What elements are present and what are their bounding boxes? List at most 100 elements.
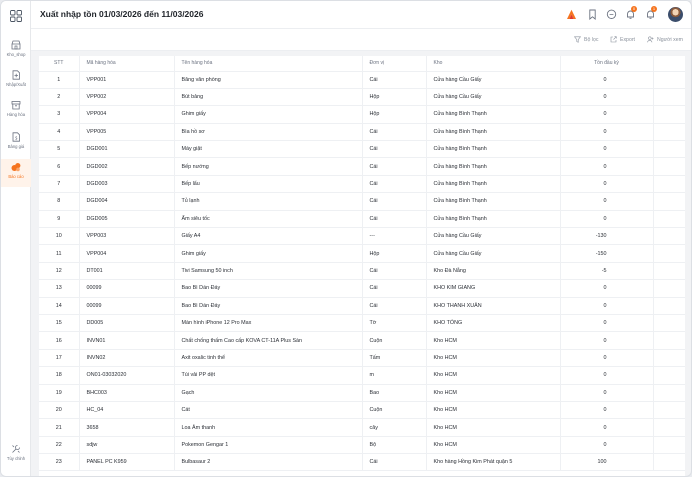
cell-opening: 0 [560, 331, 654, 350]
cell-code: VPP005 [79, 123, 175, 142]
table-row[interactable]: 6 DGD002 Bếp nướng Cái Cửa hàng Bình Thạnh 0 [39, 157, 685, 176]
cell-unit: Cái [362, 71, 427, 89]
table-row[interactable]: 22 sdjw Pokemon Gengar 1 Bộ Kho HCM 0 [39, 436, 685, 455]
cell-store: Kho HCM [426, 366, 561, 385]
sidebar-item-label: Hàng hóa [6, 112, 26, 117]
cell-stt: 7 [39, 175, 80, 194]
cell-opening: -150 [560, 244, 654, 263]
table-row[interactable]: 19 BHC003 Gạch Bao Kho HCM 0 [39, 384, 685, 402]
price-list-icon: $ [12, 132, 20, 142]
table-row[interactable]: 17 INVN02 Axit oxalic tinh thể Tấm Kho HCM 0 [39, 349, 685, 368]
bell-badge: 1 [651, 6, 657, 12]
cell-unit: Bộ [362, 436, 427, 455]
column-header-store[interactable]: Kho [426, 56, 561, 72]
column-header-code[interactable]: Mã hàng hóa [79, 56, 175, 72]
cell-name: Cát [174, 401, 363, 420]
sidebar-item-bang-gia[interactable]: $ Bảng giá [1, 129, 31, 157]
table-row[interactable]: 3 VPP004 Ghim giấy Hộp Cửa hàng Bình Thạnh 0 [39, 105, 685, 124]
sidebar-item-bao-cao[interactable]: Báo cáo [1, 159, 31, 187]
table-row[interactable]: 13 00099 Bao Bì Dán Đáy Cái KHO KIM GIANG 0 [39, 279, 685, 298]
cell-stt: 8 [39, 192, 80, 211]
cell-store: Kho Đà Nẵng [426, 262, 561, 281]
chat-icon[interactable] [606, 9, 617, 20]
sidebar-item-hang-hoa[interactable]: Hàng hóa [1, 97, 31, 125]
cell-unit: Cái [362, 210, 427, 229]
cell-name: Bìa hồ sơ [174, 123, 363, 142]
table-row[interactable]: 14 00099 Bao Bì Dán Đáy Cái KHO THANH XUÂN 0 [39, 297, 685, 315]
cell-extra [653, 349, 685, 368]
cell-opening: 0 [560, 314, 654, 333]
cell-opening: 0 [560, 279, 654, 298]
app-grid-icon[interactable] [10, 10, 22, 22]
column-header-opening[interactable]: Tồn đầu kỳ [560, 56, 654, 72]
cell-unit: Cái [362, 453, 427, 472]
cell-opening: 0 [560, 123, 654, 142]
table-row[interactable]: 11 VPP004 Ghim giấy Hộp Cửa hàng Cầu Giấy -15… [39, 244, 685, 263]
notification-badge: 0 [631, 6, 637, 12]
cell-code: VPP002 [79, 88, 175, 107]
cell-code: VPP003 [79, 227, 175, 246]
brand-logo-icon[interactable] [566, 9, 577, 20]
table-row[interactable]: 21 3658 Loa Âm thanh cây Kho HCM 0 [39, 418, 685, 437]
sidebar-item-kho-shop[interactable]: Kho_shop [1, 37, 31, 65]
sidebar-item-nhap-xuat[interactable]: Nhập/Xuất [1, 67, 31, 95]
column-header-extra [653, 56, 685, 72]
cell-code: VPP004 [79, 244, 175, 263]
table-row[interactable]: 9 DGD005 Ấm siêu tốc Cái Cửa hàng Bình Thạnh… [39, 210, 685, 229]
cell-unit: --- [362, 227, 427, 246]
column-header-unit[interactable]: Đơn vị [362, 56, 427, 72]
table-row[interactable]: 12 DT001 Tivi Samsung 50 inch Cái Kho Đà Nẵn… [39, 262, 685, 281]
avatar[interactable] [668, 7, 683, 22]
cell-extra [653, 105, 685, 124]
cell-code: BHC003 [79, 384, 175, 402]
cell-stt: 2 [39, 88, 80, 107]
table-row[interactable]: 5 DGD001 Máy giặt Cái Cửa hàng Bình Thạnh 0 [39, 140, 685, 159]
cell-code: DD005 [79, 314, 175, 333]
cell-store: Cửa hàng Bình Thạnh [426, 105, 561, 124]
cell-extra [653, 297, 685, 315]
cell-extra [653, 366, 685, 385]
cell-stt: 6 [39, 157, 80, 176]
toolbar: Bộ lọc Export Người xem [31, 29, 691, 51]
table-row[interactable]: 1 VPP001 Băng văn phòng Cái Cửa hàng Cầu Giấ… [39, 71, 685, 89]
cell-unit: Cái [362, 175, 427, 194]
sidebar-item-settings[interactable]: Tùy chỉnh [1, 441, 31, 469]
cell-extra [653, 71, 685, 89]
table-row[interactable]: 18 ON01-03032020 Túi vải PP dệt m Kho HCM 0 [39, 366, 685, 385]
sidebar-item-label: Kho_shop [6, 52, 26, 57]
column-header-stt[interactable]: STT [39, 56, 80, 72]
cell-opening: 0 [560, 349, 654, 368]
export-label: Export [620, 36, 635, 43]
cell-stt: 19 [39, 384, 80, 402]
table-row[interactable]: 8 DGD004 Tủ lạnh Cái Cửa hàng Bình Thạnh 0 [39, 192, 685, 211]
app-window: Kho_shop Nhập/Xuất Hàng hóa $ Bảng giá B… [0, 0, 692, 477]
cell-name: Bút bảng [174, 88, 363, 107]
table-row[interactable]: 16 INVN01 Chất chống thấm Cao cấp KOVA CT-… [39, 331, 685, 350]
viewer-button[interactable]: Người xem [647, 36, 683, 43]
export-button[interactable]: Export [610, 36, 635, 43]
table-row[interactable]: 10 VPP003 Giấy A4 --- Cửa hàng Cầu Giấy -130 [39, 227, 685, 246]
table-row[interactable]: 4 VPP005 Bìa hồ sơ Cái Cửa hàng Bình Thạnh 0 [39, 123, 685, 142]
cell-store: Kho HCM [426, 401, 561, 420]
cell-opening: 0 [560, 192, 654, 211]
cell-store: Cửa hàng Bình Thạnh [426, 192, 561, 211]
filter-button[interactable]: Bộ lọc [574, 36, 598, 43]
sidebar-item-label: Nhập/Xuất [6, 82, 26, 87]
cell-stt: 9 [39, 210, 80, 229]
cell-unit: Bao [362, 384, 427, 402]
table-row[interactable]: 23 PANEL PC K959 Bulbasaur 2 Cái Kho hàng Hồ… [39, 453, 685, 472]
sidebar-item-label: Tùy chỉnh [6, 456, 26, 461]
table-row[interactable]: 2 VPP002 Bút bảng Hộp Cửa hàng Cầu Giấy 0 [39, 88, 685, 107]
table-row[interactable]: 15 DD005 Màn hình iPhone 12 Pro Max Tờ KHO T… [39, 314, 685, 333]
cell-code: INVN01 [79, 331, 175, 350]
table-row[interactable]: 20 HC_04 Cát Cuộn Kho HCM 0 [39, 401, 685, 420]
bookmark-icon[interactable] [587, 9, 598, 20]
cell-opening: 0 [560, 418, 654, 437]
cell-code: 00099 [79, 279, 175, 298]
cell-extra [653, 175, 685, 194]
table-row[interactable]: 7 DGD003 Bếp lẩu Cái Cửa hàng Bình Thạnh 0 [39, 175, 685, 194]
cell-unit: Cái [362, 192, 427, 211]
svg-text:$: $ [15, 136, 18, 142]
column-header-name[interactable]: Tên hàng hóa [174, 56, 363, 72]
cell-stt: 23 [39, 453, 80, 472]
